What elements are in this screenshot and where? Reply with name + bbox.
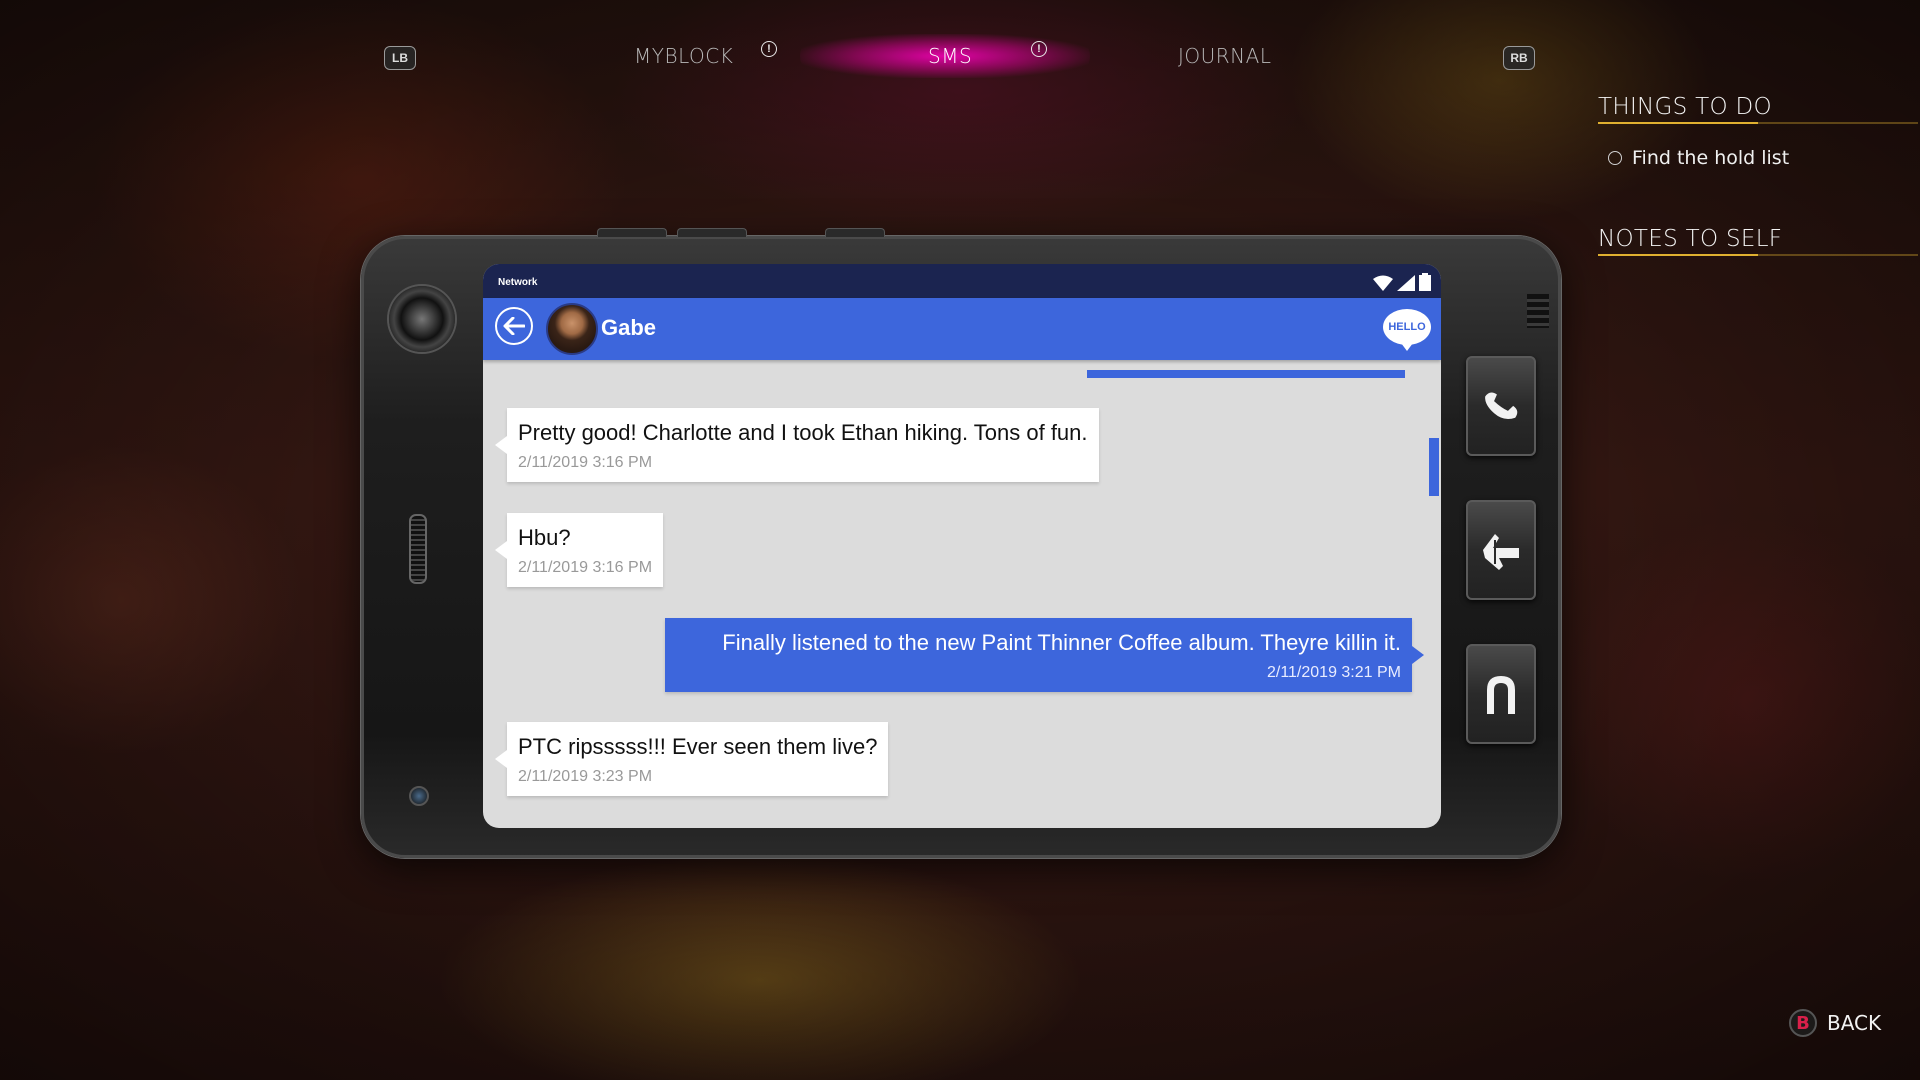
message-timestamp: 2/11/2019 3:23 PM bbox=[518, 768, 653, 785]
magnet-button[interactable] bbox=[1466, 644, 1536, 744]
phone-top-button bbox=[825, 228, 885, 237]
hello-badge[interactable]: HELLO bbox=[1383, 309, 1431, 351]
contact-name: Gabe bbox=[601, 315, 657, 340]
back-hint[interactable]: B BACK bbox=[1789, 1009, 1881, 1037]
message-text: Pretty good! Charlotte and I took Ethan … bbox=[518, 420, 1088, 445]
signal-icon bbox=[1397, 275, 1415, 291]
tab-myblock[interactable]: MYBLOCK bbox=[634, 44, 733, 68]
back-arrow-button[interactable] bbox=[495, 307, 533, 345]
camera-lens-icon bbox=[389, 286, 455, 352]
side-vent bbox=[1527, 294, 1549, 328]
message-timestamp: 2/11/2019 3:21 PM bbox=[1266, 664, 1401, 681]
conversation-header: Gabe HELLO bbox=[483, 298, 1441, 360]
hand-icon bbox=[1483, 534, 1519, 570]
message-text: Hbu? bbox=[518, 525, 571, 550]
things-to-do-underline bbox=[1598, 122, 1918, 124]
sms-alert-icon: ! bbox=[1031, 41, 1047, 57]
notes-to-self-title: NOTES TO SELF bbox=[1598, 226, 1783, 252]
phone-device: Network Gabe HELLO Pretty good! Charlott… bbox=[361, 228, 1561, 858]
status-bar: Network bbox=[483, 264, 1441, 298]
call-button[interactable] bbox=[1466, 356, 1536, 456]
network-label: Network bbox=[498, 277, 538, 288]
notes-to-self-underline bbox=[1598, 254, 1918, 256]
lb-bumper-hint[interactable]: LB bbox=[384, 46, 416, 70]
sensor-dot bbox=[409, 786, 429, 806]
myblock-alert-icon: ! bbox=[761, 41, 777, 57]
back-label: BACK bbox=[1827, 1011, 1882, 1035]
message-bubble-incoming: Pretty good! Charlotte and I took Ethan … bbox=[495, 408, 1099, 482]
message-bubble-incoming: Hbu? 2/11/2019 3:16 PM bbox=[494, 513, 664, 587]
back-arrow-icon bbox=[503, 317, 525, 335]
tab-sms[interactable]: SMS bbox=[928, 44, 972, 68]
contact-avatar bbox=[546, 303, 598, 355]
rb-bumper-hint[interactable]: RB bbox=[1503, 46, 1535, 70]
magnet-icon bbox=[1487, 676, 1515, 714]
phone-top-button bbox=[677, 228, 747, 237]
message-timestamp: 2/11/2019 3:16 PM bbox=[518, 454, 653, 471]
b-button-icon: B bbox=[1789, 1009, 1817, 1037]
grab-button[interactable] bbox=[1466, 500, 1536, 600]
todo-item[interactable]: Find the hold list bbox=[1608, 147, 1789, 169]
wifi-icon bbox=[1373, 275, 1393, 291]
message-text: Finally listened to the new Paint Thinne… bbox=[722, 630, 1401, 655]
message-bubble-incoming: PTC ripsssss!!! Ever seen them live? 2/1… bbox=[494, 722, 889, 796]
phone-icon bbox=[1485, 392, 1518, 419]
scrollbar-thumb[interactable] bbox=[1429, 438, 1439, 496]
things-to-do-title: THINGS TO DO bbox=[1598, 94, 1772, 120]
phone-top-button bbox=[597, 228, 667, 237]
battery-icon bbox=[1419, 273, 1431, 291]
todo-item-label: Find the hold list bbox=[1632, 147, 1790, 169]
previous-message-edge bbox=[1087, 370, 1405, 378]
tab-journal[interactable]: JOURNAL bbox=[1178, 44, 1271, 68]
phone-screen: Network Gabe HELLO Pretty good! Charlott… bbox=[483, 264, 1441, 828]
speaker-grill bbox=[409, 514, 427, 584]
message-bubble-outgoing: Finally listened to the new Paint Thinne… bbox=[665, 618, 1424, 692]
message-text: PTC ripsssss!!! Ever seen them live? bbox=[518, 734, 878, 759]
message-timestamp: 2/11/2019 3:16 PM bbox=[518, 559, 653, 576]
todo-checkbox-icon[interactable] bbox=[1608, 151, 1622, 165]
status-icons bbox=[1373, 273, 1431, 291]
